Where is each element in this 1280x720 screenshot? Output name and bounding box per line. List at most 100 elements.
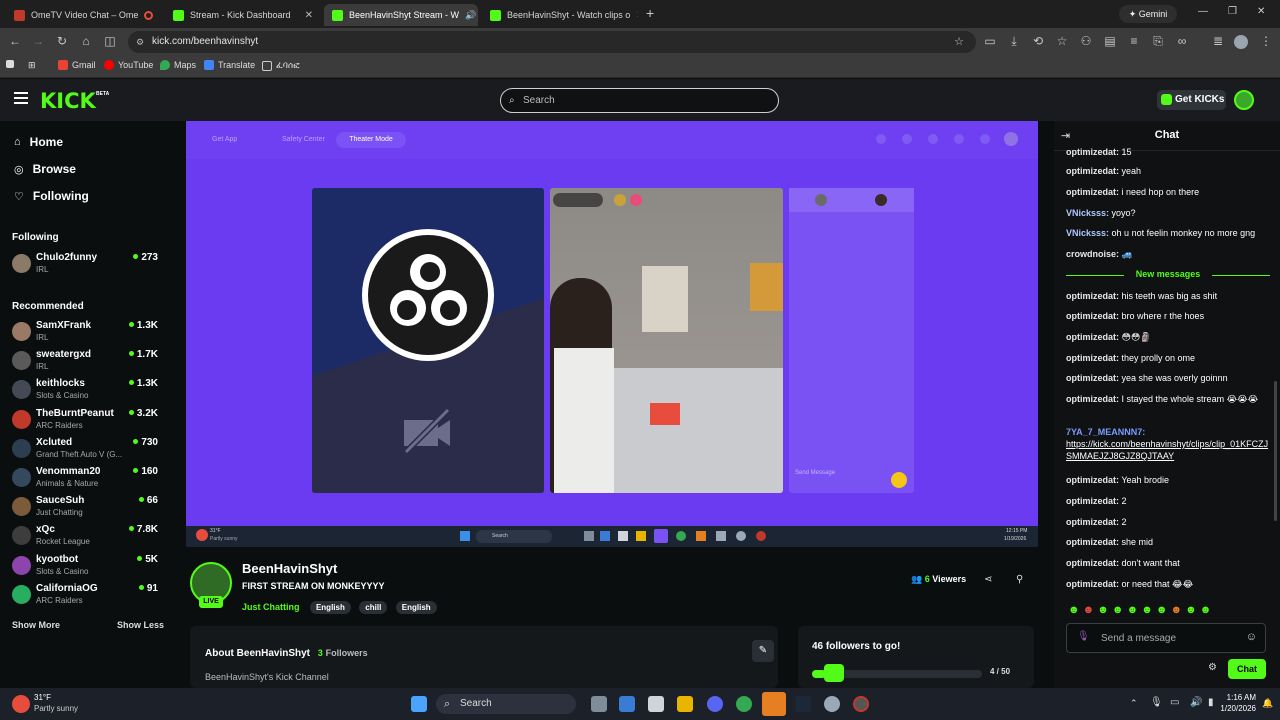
channel-list-item[interactable]: xQc Rocket League 7.8K [12, 523, 162, 549]
chat-message[interactable]: optimizedat: Yeah brodie [1066, 474, 1270, 486]
channel-list-item[interactable]: CaliforniaOG ARC Raiders 91 [12, 582, 162, 608]
sidebar-item-browse[interactable]: ◎ Browse [14, 162, 76, 176]
bookmark-folder[interactable]: ፈባሰፎ [262, 60, 300, 71]
sidebar-item-following[interactable]: ♡ Following [14, 189, 89, 203]
chat-username[interactable]: optimizedat: [1066, 475, 1119, 485]
user-settings-icon[interactable]: ⚲ [1016, 574, 1023, 585]
maximize-icon[interactable]: ❐ [1228, 6, 1237, 17]
channel-list-item[interactable]: keithlocks Slots & Casino 1.3K [12, 377, 162, 403]
chat-message[interactable]: optimizedat: bro where r the hoes [1066, 310, 1270, 322]
chat-username[interactable]: optimizedat: [1066, 496, 1119, 506]
bookmark-star-icon[interactable]: ☆ [954, 31, 964, 53]
search-input[interactable]: ⌕ Search [500, 88, 779, 113]
store-icon[interactable] [648, 696, 664, 712]
share-icon[interactable]: ⋖ [984, 574, 992, 585]
home-icon[interactable]: ⌂ [78, 34, 94, 48]
chat-message[interactable]: optimizedat: she mid [1066, 536, 1270, 548]
emote-icon[interactable]: ☻ [1097, 604, 1109, 616]
tab-stream-active[interactable]: BeenHavinShyt Stream - W 🔊 ✕ [324, 4, 478, 26]
chat-message[interactable]: optimizedat: i need hop on there [1066, 186, 1270, 198]
chat-message[interactable]: VNicksss: oh u not feelin monkey no more… [1066, 227, 1270, 239]
collections-icon[interactable]: ≡ [1126, 34, 1142, 48]
channel-list-item[interactable]: TheBurntPeanut ARC Raiders 3.2K [12, 407, 162, 433]
emote-icon[interactable]: ☻ [1170, 604, 1182, 616]
close-icon[interactable]: ✕ [636, 10, 638, 21]
bookmark-maps[interactable]: Maps [160, 60, 196, 70]
windows-start-icon[interactable] [411, 696, 427, 712]
kick-logo[interactable]: KICK [40, 89, 96, 113]
close-icon[interactable]: ✕ [159, 10, 160, 21]
channel-list-item[interactable]: Chulo2funny IRL 273 [12, 251, 162, 277]
close-icon[interactable]: ✕ [305, 10, 313, 21]
channel-list-item[interactable]: SauceSuh Just Chatting 66 [12, 494, 162, 520]
new-tab-button[interactable]: + [646, 5, 654, 21]
emote-icon[interactable]: ☻ [1141, 604, 1153, 616]
download-icon[interactable]: ⤓ [1006, 34, 1022, 49]
taskbar-search[interactable]: ⌕ Search [436, 694, 576, 714]
chat-message[interactable]: optimizedat: yeah [1066, 165, 1270, 177]
chat-username[interactable]: optimizedat: [1066, 311, 1119, 321]
show-less-button[interactable]: Show Less [117, 620, 164, 630]
chat-message[interactable]: VNicksss: yoyo? [1066, 207, 1270, 219]
hamburger-menu-icon[interactable] [14, 92, 28, 104]
link-icon[interactable]: ∞ [1174, 34, 1190, 48]
emoji-icon[interactable]: ☺ [1246, 631, 1257, 643]
chrome-icon[interactable] [736, 696, 752, 712]
chat-message-link[interactable]: 7YA_7_MEANNN7: https://kick.com/beenhavin… [1066, 426, 1270, 462]
chat-scrollbar[interactable] [1274, 381, 1277, 521]
speaker-icon[interactable]: 🔊 [465, 10, 476, 21]
chat-username[interactable]: optimizedat: [1066, 353, 1119, 363]
bookmark-youtube[interactable]: YouTube [104, 60, 153, 70]
history-icon[interactable]: ⟲ [1030, 34, 1046, 48]
chat-message[interactable]: optimizedat: they prolly on ome [1066, 352, 1270, 364]
chat-message[interactable]: optimizedat: 😳😳🗿 [1066, 331, 1270, 343]
profile-avatar[interactable] [1234, 35, 1248, 49]
chat-username[interactable]: optimizedat: [1066, 291, 1119, 301]
channel-list-item[interactable]: sweatergxd IRL 1.7K [12, 348, 162, 374]
chat-message[interactable]: crowdnoise: 🚙 [1066, 248, 1270, 260]
chat-message[interactable]: optimizedat: don't want that [1066, 557, 1270, 569]
wallet-icon[interactable]: ▤ [1102, 34, 1118, 48]
notifications-icon[interactable]: 🔔 [1262, 698, 1273, 709]
sidebar-item-home[interactable]: ⌂ Home [14, 135, 63, 149]
channel-name[interactable]: BeenHavinShyt [242, 561, 337, 576]
chat-username[interactable]: optimizedat: [1066, 332, 1119, 342]
discord-icon[interactable] [707, 696, 723, 712]
category-link[interactable]: Just Chatting [242, 602, 300, 612]
gemini-button[interactable]: ✦ Gemini [1119, 5, 1177, 23]
chat-username[interactable]: optimizedat: [1066, 537, 1119, 547]
reload-icon[interactable]: ↻ [54, 34, 70, 48]
stream-player[interactable]: Get App Safety Center Theater Mode Send … [186, 121, 1038, 526]
emote-icon[interactable]: ☻ [1083, 604, 1095, 616]
chat-username[interactable]: optimizedat: [1066, 166, 1119, 176]
site-info-icon[interactable]: ⚙ [136, 31, 144, 53]
obs-icon[interactable] [853, 696, 869, 712]
chat-username[interactable]: optimizedat: [1066, 394, 1119, 404]
channel-list-item[interactable]: kyootbot Slots & Casino 5K [12, 553, 162, 579]
steam-icon[interactable] [795, 696, 811, 712]
chat-username[interactable]: optimizedat: [1066, 147, 1119, 157]
settings-icon[interactable] [824, 696, 840, 712]
taskbar-time[interactable]: 1:16 AM [1222, 693, 1256, 702]
chat-input[interactable]: 🎙 Send a message ☺ [1066, 623, 1266, 653]
translate-icon[interactable]: ⎘ [1150, 34, 1166, 49]
emote-icon[interactable]: ☻ [1200, 604, 1212, 616]
more-menu-icon[interactable]: ⋮ [1258, 34, 1274, 48]
chat-message[interactable]: optimizedat: 15 [1066, 146, 1270, 158]
file-explorer-icon[interactable] [677, 696, 693, 712]
chat-message[interactable]: optimizedat: yea she was overly goinnn [1066, 372, 1270, 384]
network-icon[interactable]: ▭ [1170, 697, 1179, 708]
chat-username[interactable]: VNicksss: [1066, 208, 1109, 218]
tray-chevron-icon[interactable]: ⌃ [1130, 698, 1138, 709]
new-messages-divider[interactable]: New messages [1066, 269, 1270, 281]
tag-english[interactable]: English [309, 601, 351, 614]
bookmark-translate[interactable]: Translate [204, 60, 255, 70]
outlook-icon[interactable] [619, 696, 635, 712]
close-window-icon[interactable]: ✕ [1257, 6, 1265, 17]
channel-list-item[interactable]: SamXFrank IRL 1.3K [12, 319, 162, 345]
favorites-icon[interactable]: ☆ [1054, 34, 1070, 48]
tab-clips[interactable]: BeenHavinShyt - Watch clips o ✕ [482, 4, 638, 26]
vlc-icon[interactable] [762, 692, 786, 716]
channel-list-item[interactable]: Venomman20 Animals & Nature 160 [12, 465, 162, 491]
emote-icon[interactable]: ☻ [1156, 604, 1168, 616]
